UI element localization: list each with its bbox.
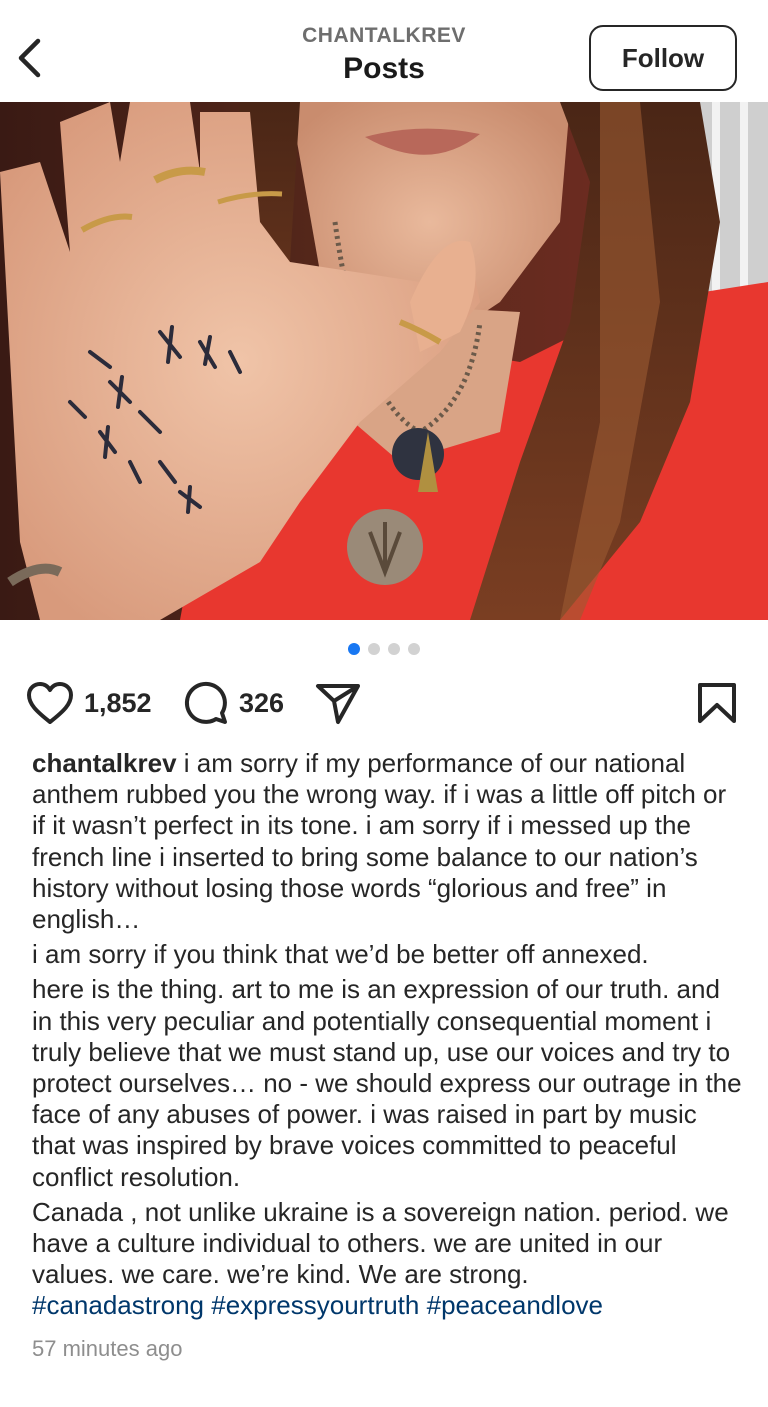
hashtag-link[interactable]: #expressyourtruth — [211, 1290, 419, 1320]
hashtag-link[interactable]: #peaceandlove — [427, 1290, 603, 1320]
caption-paragraph: here is the thing. art to me is an expre… — [32, 974, 742, 1192]
top-bar: CHANTALKREV Posts Follow — [0, 0, 768, 102]
comment-button[interactable]: 326 — [183, 675, 284, 731]
carousel-dot — [388, 643, 400, 655]
photo-illustration — [0, 102, 768, 620]
like-button[interactable]: 1,852 — [26, 675, 152, 731]
post-timestamp: 57 minutes ago — [32, 1336, 183, 1361]
carousel-dot — [368, 643, 380, 655]
follow-button[interactable]: Follow — [589, 25, 737, 91]
hashtag-link[interactable]: #canadastrong — [32, 1290, 204, 1320]
comment-count: 326 — [239, 687, 285, 718]
carousel-indicator — [0, 643, 768, 655]
post-caption: chantalkrev i am sorry if my performance… — [32, 748, 744, 1322]
bookmark-icon — [698, 683, 736, 723]
heart-icon — [27, 682, 73, 724]
bookmark-button[interactable] — [696, 675, 738, 731]
caption-username[interactable]: chantalkrev — [32, 748, 177, 778]
caption-paragraph: Canada , not unlike ukraine is a soverei… — [32, 1197, 744, 1322]
comment-icon — [184, 681, 227, 724]
hashtag-list: #canadastrong #expressyourtruth #peacean… — [32, 1290, 603, 1320]
caption-text: Canada , not unlike ukraine is a soverei… — [32, 1196, 729, 1290]
caption-paragraph: chantalkrev i am sorry if my performance… — [32, 748, 744, 935]
share-icon — [316, 684, 360, 724]
share-button[interactable] — [314, 675, 362, 731]
like-count: 1,852 — [84, 687, 152, 718]
caption-paragraph: i am sorry if you think that we’d be bet… — [32, 939, 649, 970]
post-image[interactable] — [0, 102, 768, 620]
action-bar: 1,852 326 — [0, 675, 768, 731]
carousel-dot — [408, 643, 420, 655]
carousel-dot-active — [348, 643, 360, 655]
